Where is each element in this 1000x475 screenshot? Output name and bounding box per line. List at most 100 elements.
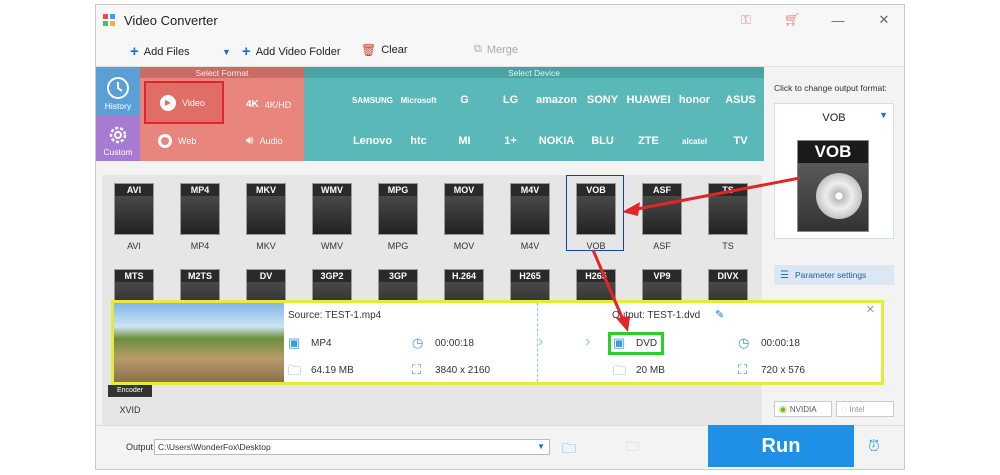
plus-icon: + <box>130 43 139 60</box>
output-size: 20 MB <box>636 365 665 376</box>
device-3[interactable]: G <box>442 80 487 120</box>
folder-open-icon[interactable]: 🗀 <box>562 438 576 462</box>
device-19[interactable]: TV <box>718 121 763 161</box>
source-format: MP4 <box>311 338 332 349</box>
edit-pencil-icon[interactable]: ✎ <box>715 308 724 321</box>
video-format-icon: ▣ <box>288 335 301 350</box>
app-logo-icon <box>103 14 115 26</box>
app-window: Video Converter ⚿ 🛒︎ — ✕ + Add Files ▼ +… <box>95 4 905 470</box>
output-format-hint: Click to change output format: <box>774 83 887 93</box>
format-tile-vob[interactable]: VOB VOB <box>566 175 626 251</box>
folder-icon[interactable]: 🗀 <box>626 438 639 460</box>
format-icon: VOB <box>576 183 616 235</box>
source-duration: 00:00:18 <box>435 338 474 349</box>
device-15[interactable]: NOKIA <box>534 121 579 161</box>
encoder-badge: Encoder <box>108 385 152 397</box>
format-tile-asf[interactable]: ASF ASF <box>632 183 692 251</box>
video-category[interactable]: ▶ Video <box>144 81 224 124</box>
device-14[interactable]: 1+ <box>488 121 533 161</box>
device-2[interactable]: Microsoft <box>396 80 441 120</box>
device-17[interactable]: ZTE <box>626 121 671 161</box>
folder-icon: 🗀 <box>288 363 302 378</box>
intel-icon: ◌ <box>841 404 847 414</box>
format-tile-mp4[interactable]: MP4 MP4 <box>170 183 230 251</box>
intel-badge[interactable]: ◌ Intel <box>836 401 894 417</box>
output-resolution: 720 x 576 <box>761 365 805 376</box>
task-card: Source: TEST-1.mp4 ▣ MP4 ◷ 00:00:18 🗀 64… <box>111 300 884 385</box>
device-7[interactable]: HUAWEI <box>626 80 671 120</box>
format-icon: MP4 <box>180 183 220 235</box>
nvidia-badge[interactable]: ◉ NVIDIA <box>774 401 832 417</box>
device-0[interactable] <box>304 80 349 120</box>
format-tile-mkv[interactable]: MKV MKV <box>236 183 296 251</box>
disc-icon <box>816 173 862 219</box>
trash-icon: 🗑︎ <box>361 43 377 57</box>
device-9[interactable]: ASUS <box>718 80 763 120</box>
4k-icon: 4K <box>246 99 259 110</box>
chrome-icon <box>158 133 172 148</box>
nvidia-icon: ◉ <box>779 403 787 414</box>
chevron-right-icon: › <box>585 333 591 350</box>
select-device-header: Select Device <box>304 67 764 78</box>
key-icon[interactable]: ⚿ <box>736 10 756 30</box>
play-icon: ▶ <box>160 94 176 111</box>
format-icon: M4V <box>510 183 550 235</box>
close-icon[interactable]: ✕ <box>866 303 875 316</box>
format-tile-mpg[interactable]: MPG MPG <box>368 183 428 251</box>
device-6[interactable]: SONY <box>580 80 625 120</box>
device-8[interactable]: honor <box>672 80 717 120</box>
minimize-button[interactable]: — <box>828 10 848 30</box>
close-button[interactable]: ✕ <box>874 10 894 30</box>
output-format-name: VOB <box>822 112 846 124</box>
web-category[interactable]: Web <box>144 119 224 162</box>
device-10[interactable] <box>304 121 349 161</box>
output-format-selector[interactable]: VOB ▼ VOB <box>774 103 894 239</box>
clear-button[interactable]: 🗑︎ Clear <box>361 43 408 57</box>
format-tile-ts[interactable]: TS TS <box>698 183 758 251</box>
history-icon <box>107 77 129 99</box>
device-5[interactable]: amazon <box>534 80 579 120</box>
format-icon: ASF <box>642 183 682 235</box>
device-13[interactable]: MI <box>442 121 487 161</box>
window-title: Video Converter <box>124 12 218 28</box>
device-16[interactable]: BLU <box>580 121 625 161</box>
source-resolution: 3840 x 2160 <box>435 365 491 376</box>
title-bar: Video Converter ⚿ 🛒︎ — ✕ <box>96 5 904 35</box>
device-4[interactable]: LG <box>488 80 533 120</box>
custom-button[interactable]: Custom <box>96 115 140 161</box>
vob-format-icon: VOB <box>797 140 869 232</box>
format-tile-avi[interactable]: AVI AVI <box>104 183 164 251</box>
device-11[interactable]: Lenovo <box>350 121 395 161</box>
add-video-folder-button[interactable]: ▼ + Add Video Folder <box>222 43 341 60</box>
audio-category[interactable]: 🔊︎ Audio <box>232 119 302 162</box>
format-tile-mov[interactable]: MOV MOV <box>434 183 494 251</box>
format-icon: MPG <box>378 183 418 235</box>
format-tile-m4v[interactable]: M4V M4V <box>500 183 560 251</box>
device-1[interactable]: SAMSUNG <box>350 80 395 120</box>
toolbar: + Add Files ▼ + Add Video Folder 🗑︎ Clea… <box>96 35 904 67</box>
format-icon: WMV <box>312 183 352 235</box>
format-tile-wmv[interactable]: WMV WMV <box>302 183 362 251</box>
device-12[interactable]: htc <box>396 121 441 161</box>
device-panel: SAMSUNG Microsoft G LG amazon SONY HUAWEI honor… <box>304 78 764 161</box>
merge-button[interactable]: ⧉ Merge <box>474 43 518 56</box>
run-button[interactable]: Run <box>708 425 854 467</box>
parameter-settings-button[interactable]: ☰ Parameter settings <box>774 265 894 285</box>
alarm-clock-icon[interactable]: ⏰︎ <box>868 438 880 455</box>
merge-icon: ⧉ <box>474 43 482 55</box>
cart-icon[interactable]: 🛒︎ <box>782 10 802 30</box>
add-files-button[interactable]: + Add Files <box>130 43 190 60</box>
clock-icon: ◷ <box>412 335 424 350</box>
xvid-format-label: XVID <box>119 405 141 415</box>
device-18[interactable]: alcatel <box>672 121 717 161</box>
output-folder-field[interactable]: C:\Users\WonderFox\Desktop ▼ <box>154 439 550 455</box>
dropdown-arrow-icon[interactable]: ▼ <box>537 440 545 454</box>
output-filename: Output: TEST-1.dvd <box>612 310 701 321</box>
chevron-right-icon: › <box>538 333 544 350</box>
format-icon: AVI <box>114 183 154 235</box>
video-format-icon: ▣ <box>613 335 626 350</box>
resolution-icon: ⛶ <box>738 362 748 377</box>
video-thumbnail[interactable] <box>114 303 284 382</box>
history-button[interactable]: History <box>96 67 140 115</box>
dropdown-arrow-icon[interactable]: ▼ <box>879 110 888 120</box>
